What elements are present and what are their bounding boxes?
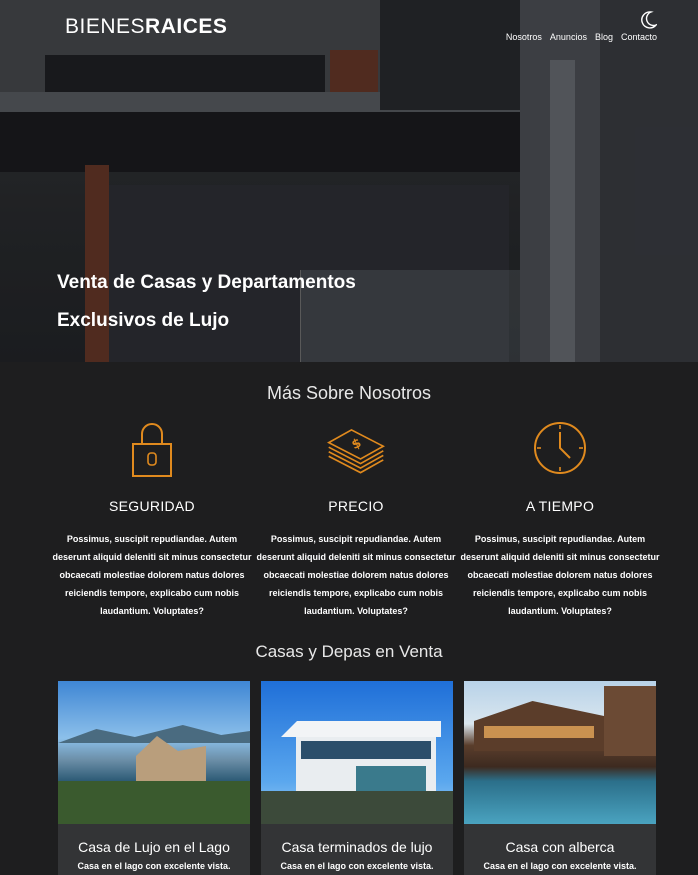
listing-title: Casa terminados de lujo: [281, 839, 433, 855]
listing-card[interactable]: Casa de Lujo en el Lago Casa en el lago …: [58, 681, 250, 875]
hero-title: Venta de Casas y Departamentos Exclusivo…: [57, 272, 356, 331]
feature-text: Possimus, suscipit repudiandae. Autem de…: [256, 534, 456, 616]
hero-banner: BIENESRAICES Nosotros Anuncios Blog Cont…: [0, 0, 698, 362]
svg-text:$: $: [349, 435, 363, 452]
listing-image-modern-house: [261, 681, 453, 824]
feature-text: Possimus, suscipit repudiandae. Autem de…: [52, 534, 252, 616]
feature-title: PRECIO: [328, 498, 384, 514]
moon-icon[interactable]: [641, 11, 657, 29]
listing-image-lake-house: [58, 681, 250, 824]
feature-precio: $ PRECIO Possimus, suscipit repudiandae.…: [256, 420, 456, 620]
clock-icon: [534, 422, 586, 474]
site-logo[interactable]: BIENESRAICES: [65, 15, 227, 39]
feature-title: A TIEMPO: [525, 498, 595, 514]
nav-link-contacto[interactable]: Contacto: [621, 32, 657, 42]
listing-title: Casa de Lujo en el Lago: [78, 839, 230, 855]
feature-title: SEGURIDAD: [109, 498, 195, 514]
logo-light-text: BIENES: [65, 15, 146, 38]
feature-a-tiempo: A TIEMPO Possimus, suscipit repudiandae.…: [460, 420, 660, 620]
feature-text: Possimus, suscipit repudiandae. Autem de…: [460, 534, 660, 616]
listing-image-pool-house: [464, 681, 656, 824]
nav-link-blog[interactable]: Blog: [595, 32, 613, 42]
logo-bold-text: RAICES: [145, 15, 228, 38]
money-stack-icon: $: [326, 428, 386, 474]
listing-desc: Casa en el lago con excelente vista.: [483, 861, 637, 871]
nav-link-nosotros[interactable]: Nosotros: [506, 32, 542, 42]
listing-card[interactable]: Casa con alberca Casa en el lago con exc…: [464, 681, 656, 875]
about-section-title: Más Sobre Nosotros: [266, 383, 432, 403]
listings-section-title: Casas y Depas en Venta: [255, 642, 443, 661]
listing-card[interactable]: Casa terminados de lujo Casa en el lago …: [261, 681, 453, 875]
listing-title: Casa con alberca: [505, 839, 615, 855]
main-nav: Nosotros Anuncios Blog Contacto: [506, 32, 657, 42]
feature-seguridad: SEGURIDAD Possimus, suscipit repudiandae…: [52, 420, 252, 620]
listing-desc: Casa en el lago con excelente vista.: [280, 861, 434, 871]
padlock-icon: [132, 423, 172, 477]
nav-link-anuncios[interactable]: Anuncios: [550, 32, 587, 42]
listing-desc: Casa en el lago con excelente vista.: [77, 861, 231, 871]
